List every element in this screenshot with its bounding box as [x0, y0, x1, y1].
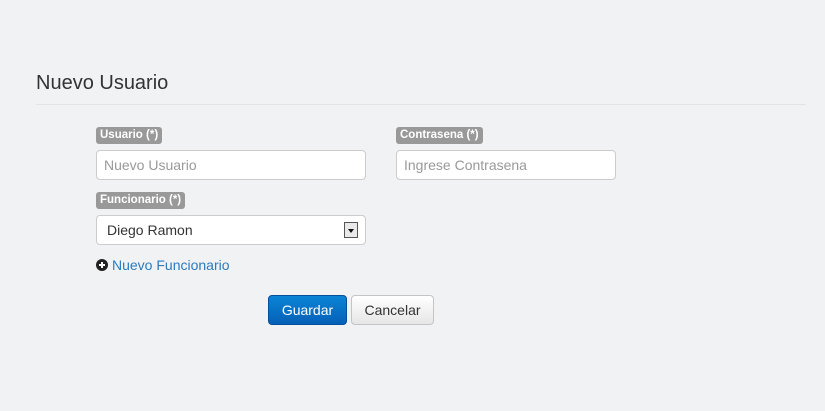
contrasena-label: Contrasena (*) — [396, 127, 483, 144]
funcionario-selected-value: Diego Ramon — [107, 222, 193, 238]
chevron-down-icon[interactable] — [344, 222, 358, 238]
nuevo-funcionario-label: Nuevo Funcionario — [112, 257, 230, 273]
guardar-button[interactable]: Guardar — [268, 295, 347, 325]
nuevo-funcionario-link[interactable]: Nuevo Funcionario — [96, 257, 230, 273]
usuario-label: Usuario (*) — [96, 127, 163, 144]
funcionario-label: Funcionario (*) — [96, 192, 186, 209]
contrasena-input[interactable] — [396, 150, 616, 180]
funcionario-select[interactable]: Diego Ramon — [96, 215, 366, 245]
usuario-input[interactable] — [96, 150, 366, 180]
plus-circle-icon — [96, 259, 108, 271]
cancelar-button[interactable]: Cancelar — [351, 295, 434, 325]
page-title: Nuevo Usuario — [36, 72, 169, 94]
title-divider — [36, 104, 806, 105]
